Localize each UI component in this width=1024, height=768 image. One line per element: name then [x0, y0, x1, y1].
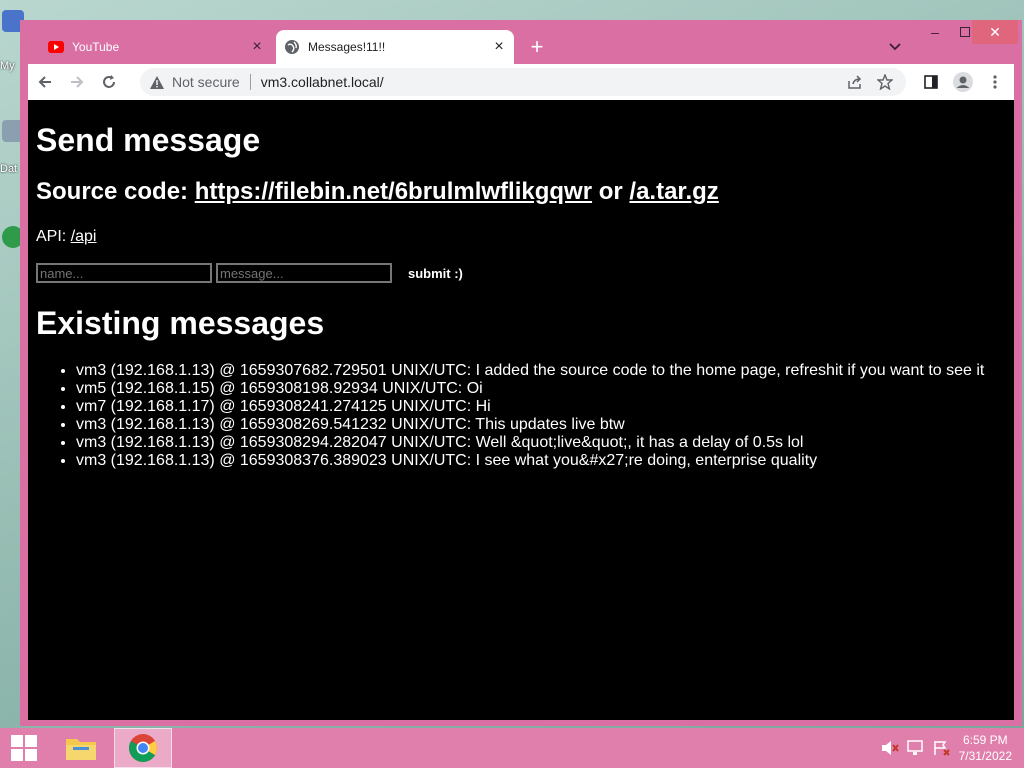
tab-youtube[interactable]: YouTube ×: [40, 30, 272, 64]
api-label: API:: [36, 228, 71, 245]
address-bar[interactable]: Not secure vm3.collabnet.local/: [140, 68, 906, 96]
tab-messages[interactable]: Messages!11!! ×: [276, 30, 514, 64]
start-button[interactable]: [0, 728, 48, 768]
browser-window: YouTube × Messages!11!! × + – ✕ Not secu…: [20, 20, 1022, 726]
system-clock[interactable]: 6:59 PM 7/31/2022: [959, 732, 1012, 764]
profile-avatar-icon[interactable]: [948, 67, 978, 97]
back-arrow-icon[interactable]: [30, 67, 60, 97]
system-tray: 6:59 PM 7/31/2022: [881, 728, 1024, 768]
list-item: vm3 (192.168.1.13) @ 1659307682.729501 U…: [76, 362, 984, 380]
divider: [249, 74, 251, 90]
name-input[interactable]: [36, 263, 212, 283]
source-or-text: or: [592, 178, 630, 205]
chevron-down-icon[interactable]: [884, 36, 906, 58]
new-tab-button[interactable]: +: [524, 34, 550, 60]
submit-button[interactable]: submit :): [402, 264, 469, 282]
minimize-button[interactable]: –: [920, 20, 950, 44]
page-content: Send message Source code: https://filebi…: [28, 100, 1014, 720]
reload-icon[interactable]: [94, 67, 124, 97]
list-item: vm7 (192.168.1.17) @ 1659308241.274125 U…: [76, 398, 984, 416]
security-status-text[interactable]: Not secure: [172, 74, 240, 90]
browser-toolbar: Not secure vm3.collabnet.local/: [28, 64, 1014, 100]
message-form: submit :): [36, 263, 469, 283]
side-panel-icon[interactable]: [916, 67, 946, 97]
youtube-icon: [48, 41, 64, 53]
desktop-icon-label: Dat: [0, 163, 18, 175]
network-icon[interactable]: [906, 740, 925, 756]
warning-icon[interactable]: [150, 75, 164, 89]
more-menu-icon[interactable]: [980, 67, 1010, 97]
windows-icon: [11, 735, 37, 761]
bookmark-star-icon[interactable]: [870, 74, 900, 90]
url-text[interactable]: vm3.collabnet.local/: [261, 74, 384, 90]
clock-date: 7/31/2022: [958, 749, 1012, 763]
chrome-taskbar-button[interactable]: [114, 728, 172, 768]
list-item: vm3 (192.168.1.13) @ 1659308269.541232 U…: [76, 416, 984, 434]
close-icon[interactable]: ×: [248, 38, 266, 56]
api-link[interactable]: /api: [71, 228, 97, 245]
list-item: vm3 (192.168.1.13) @ 1659308294.282047 U…: [76, 434, 984, 452]
volume-muted-icon[interactable]: [881, 740, 899, 756]
window-close-button[interactable]: ✕: [972, 20, 1018, 44]
close-icon[interactable]: ×: [490, 38, 508, 56]
tab-title: YouTube: [72, 40, 120, 54]
archive-link[interactable]: /a.tar.gz: [629, 178, 718, 205]
list-item: vm5 (192.168.1.15) @ 1659308198.92934 UN…: [76, 380, 984, 398]
source-code-heading: Source code: https://filebin.net/6brulml…: [36, 178, 719, 206]
list-item: vm3 (192.168.1.13) @ 1659308376.389023 U…: [76, 452, 984, 470]
file-explorer-button[interactable]: [58, 728, 104, 768]
clock-time: 6:59 PM: [962, 733, 1008, 747]
desktop-icon-label: My: [0, 60, 15, 72]
tab-title: Messages!11!!: [308, 40, 386, 54]
chrome-icon: [129, 734, 157, 762]
messages-list: vm3 (192.168.1.13) @ 1659307682.729501 U…: [36, 362, 984, 470]
folder-icon: [66, 739, 96, 760]
share-icon[interactable]: [840, 75, 870, 89]
tab-strip: YouTube × Messages!11!! × + – ✕: [20, 20, 1022, 64]
globe-icon: [284, 39, 300, 55]
page-title: Send message: [36, 122, 261, 158]
source-link[interactable]: https://filebin.net/6brulmlwflikgqwr: [195, 178, 592, 205]
forward-arrow-icon[interactable]: [62, 67, 92, 97]
message-input[interactable]: [216, 263, 392, 283]
source-label: Source code:: [36, 178, 195, 205]
api-line: API: /api: [36, 228, 96, 246]
notification-flag-icon[interactable]: [933, 740, 951, 756]
messages-heading: Existing messages: [36, 305, 325, 341]
taskbar: 6:59 PM 7/31/2022: [0, 728, 1024, 768]
